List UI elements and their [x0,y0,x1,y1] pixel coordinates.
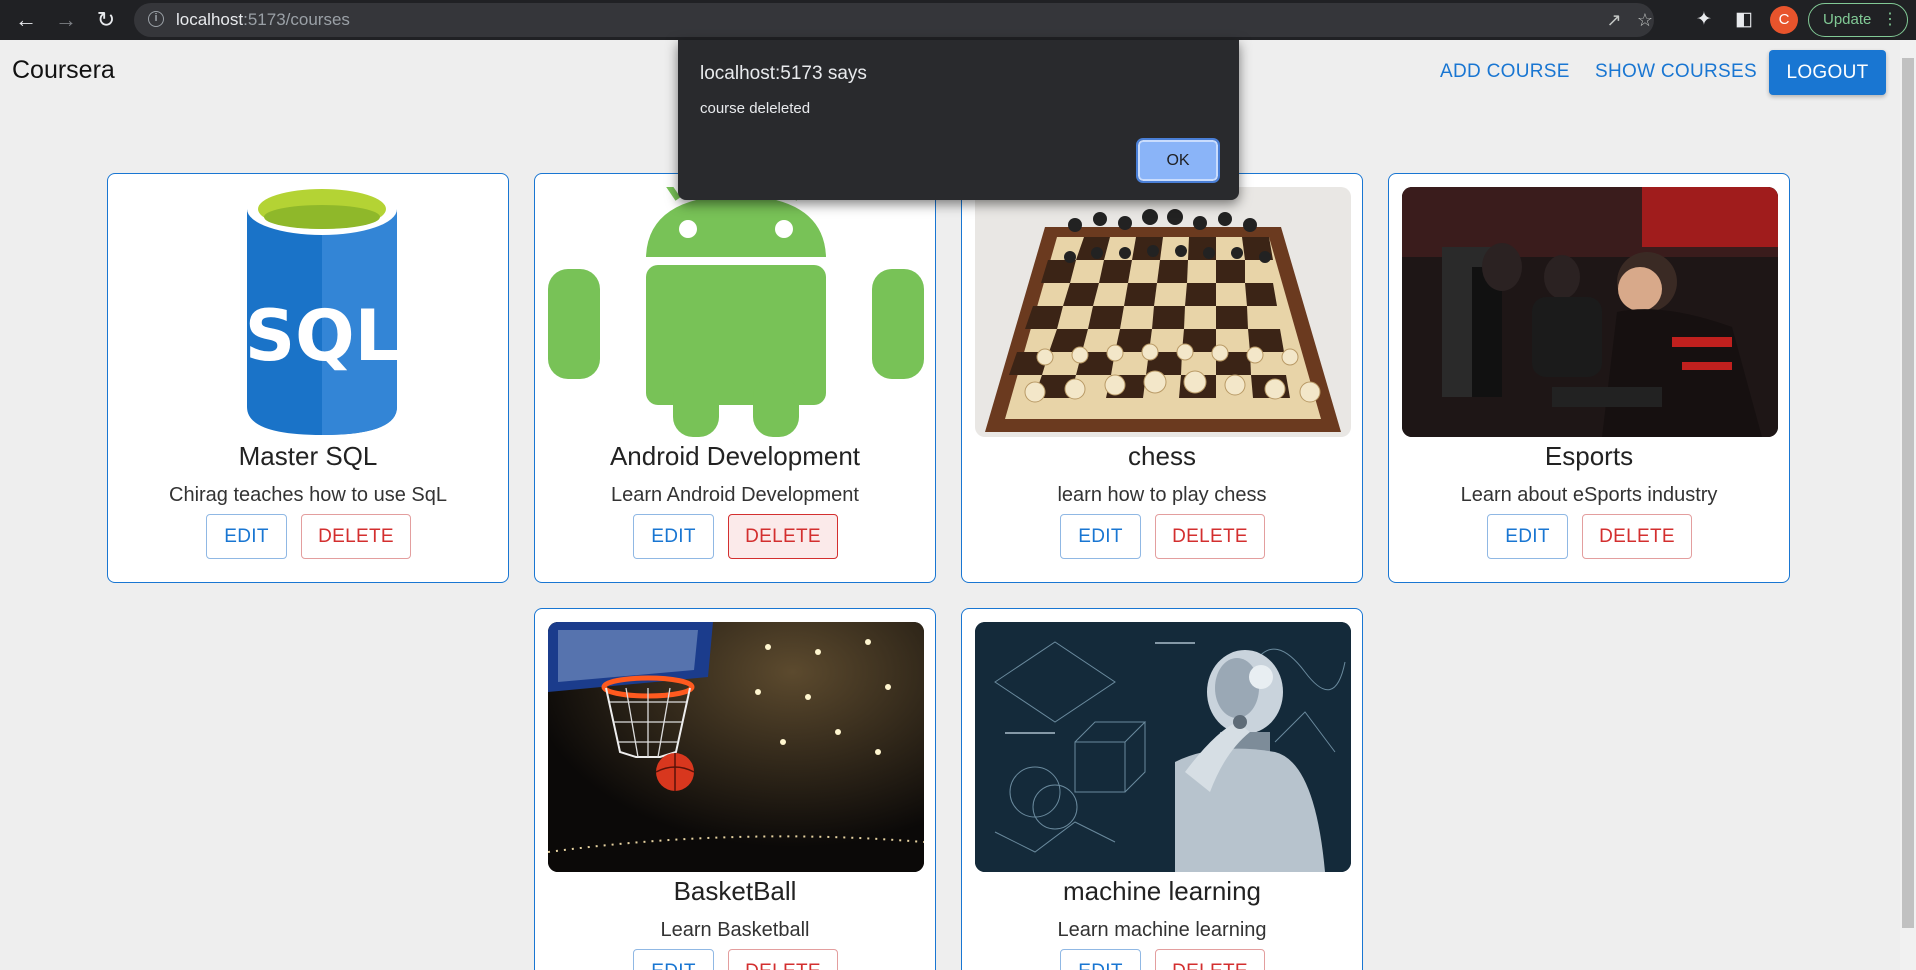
back-icon[interactable]: ← [12,6,40,34]
course-title: machine learning [1062,876,1261,906]
profile-avatar[interactable]: C [1770,6,1798,34]
course-description: Learn Basketball [660,919,810,941]
edit-button[interactable]: EDIT [1060,514,1141,559]
delete-button[interactable]: DELETE [1155,514,1265,559]
course-card: Esports Learn about eSports industry EDI… [1388,173,1790,583]
delete-button[interactable]: DELETE [1155,949,1265,970]
edit-button[interactable]: EDIT [1060,949,1141,970]
address-bar[interactable]: i localhost:5173/courses ↗ ☆ [134,3,1654,37]
site-info-icon[interactable]: i [148,11,164,27]
course-card: BasketBall Learn Basketball EDIT DELETE [534,608,936,970]
delete-button[interactable]: DELETE [728,514,838,559]
course-description: Chirag teaches how to use SqL [169,484,447,506]
course-image-chess [975,187,1351,437]
show-courses-link[interactable]: SHOW COURSES [1595,61,1757,83]
sql-logo-text: SQL [245,295,400,377]
scrollbar-thumb[interactable] [1902,58,1914,928]
brand-title: Coursera [12,56,115,84]
course-card: Android Development Learn Android Develo… [534,173,936,583]
course-description: Learn about eSports industry [1460,484,1718,506]
more-icon[interactable]: ⋮ [1882,4,1898,36]
sql-database-icon: SQL [245,187,400,435]
course-card: chess learn how to play chess EDIT DELET… [961,173,1363,583]
edit-button[interactable]: EDIT [206,514,287,559]
bookmark-star-icon[interactable]: ☆ [1634,9,1656,31]
edit-button[interactable]: EDIT [1487,514,1568,559]
basketball-hoop-icon [548,622,924,872]
page-scrollbar[interactable] [1900,40,1916,970]
course-description: Learn machine learning [1057,919,1267,941]
course-title: Master SQL [238,441,378,471]
course-card: SQL Master SQL Chirag teaches how to use… [107,173,509,583]
android-robot-icon [548,187,924,437]
update-button[interactable]: Update ⋮ [1808,3,1908,37]
alert-title: localhost:5173 says [700,63,867,84]
course-title: Android Development [609,441,861,471]
delete-button[interactable]: DELETE [301,514,411,559]
course-description: learn how to play chess [1057,484,1267,506]
extensions-icon[interactable]: ✦ [1692,8,1716,32]
url-text[interactable]: localhost:5173/courses [176,10,350,30]
reload-icon[interactable]: ↻ [92,6,120,34]
alert-dialog: localhost:5173 says course deleleted OK [678,40,1239,200]
logout-button[interactable]: LOGOUT [1769,50,1886,95]
course-description: Learn Android Development [611,484,859,506]
course-title: chess [1128,441,1196,471]
course-image-machine-learning [975,622,1351,872]
update-label: Update [1823,11,1872,28]
course-card: machine learning Learn machine learning … [961,608,1363,970]
course-title: Esports [1544,441,1634,471]
forward-icon[interactable]: → [52,6,80,34]
esports-players-icon [1402,187,1778,437]
browser-toolbar: ← → ↻ i localhost:5173/courses ↗ ☆ ✦ ◧ C… [0,0,1916,40]
course-image-android [548,187,924,437]
delete-button[interactable]: DELETE [1582,514,1692,559]
url-host: localhost [176,10,244,29]
course-image-sql: SQL [121,187,497,437]
edit-button[interactable]: EDIT [633,949,714,970]
share-icon[interactable]: ↗ [1603,9,1625,31]
delete-button[interactable]: DELETE [728,949,838,970]
alert-ok-button[interactable]: OK [1136,138,1220,183]
course-title: BasketBall [673,876,797,906]
robot-thinking-icon [975,622,1351,872]
chess-board-icon [985,209,1341,432]
side-panel-icon[interactable]: ◧ [1732,8,1756,32]
alert-message: course deleleted [700,100,811,117]
edit-button[interactable]: EDIT [633,514,714,559]
add-course-link[interactable]: ADD COURSE [1440,61,1570,83]
url-path: :5173/courses [243,10,350,29]
course-image-esports [1402,187,1778,437]
course-image-basketball [548,622,924,872]
